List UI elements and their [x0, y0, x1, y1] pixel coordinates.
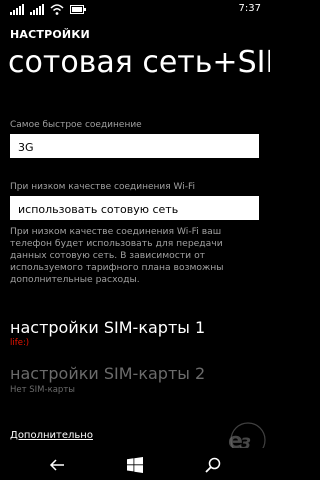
connection-label: Самое быстрое соединение [10, 120, 142, 130]
windows-icon[interactable] [126, 456, 144, 474]
cellular-data-icon [30, 3, 44, 15]
section-header: НАСТРОЙКИ [10, 28, 90, 41]
sim1-title[interactable]: настройки SIM-карты 1 [10, 318, 205, 337]
sim1-operator: life:) [10, 338, 30, 348]
wifi-fallback-select[interactable]: использовать сотовую сеть [10, 196, 259, 220]
signal-icon [10, 3, 24, 15]
navigation-bar [0, 448, 270, 480]
connection-select[interactable]: 3G [10, 134, 259, 158]
page-title: сотовая сеть+SIM [8, 46, 270, 79]
sim2-title[interactable]: настройки SIM-карты 2 [10, 364, 205, 383]
wifi-fallback-label: При низком качестве соединения Wi-Fi [10, 182, 195, 192]
advanced-link[interactable]: Дополнительно [10, 430, 93, 441]
wifi-fallback-info: При низком качестве соединения Wi-Fi ваш… [10, 226, 224, 285]
status-bar: 7:37 [0, 0, 270, 20]
status-time: 7:37 [238, 3, 261, 14]
battery-icon [70, 3, 86, 15]
sim2-status: Нет SIM-карты [10, 385, 75, 395]
wifi-icon [50, 3, 64, 15]
back-icon[interactable] [48, 456, 66, 474]
search-icon[interactable] [204, 456, 222, 474]
